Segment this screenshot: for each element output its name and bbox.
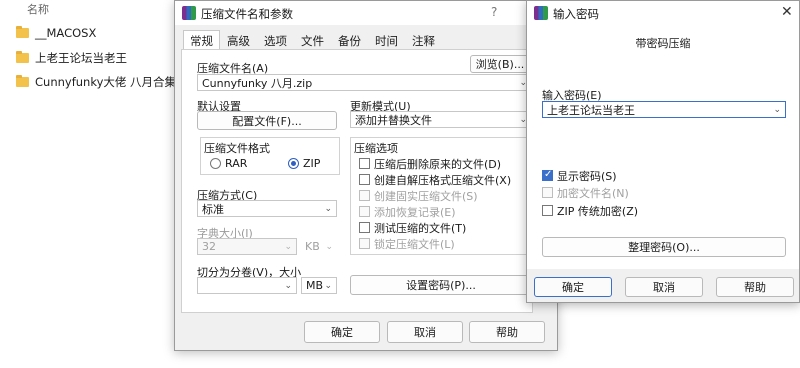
- option-recovery-record: 添加恢复记录(E): [359, 204, 456, 219]
- item-name: 上老王论坛当老王: [35, 51, 127, 65]
- browse-button[interactable]: 浏览(B)...: [470, 55, 530, 73]
- winrar-app-icon: [534, 6, 548, 20]
- organize-passwords-button[interactable]: 整理密码(O)...: [542, 237, 786, 257]
- dict-size-select: 32 ⌄: [197, 238, 297, 255]
- tab-files[interactable]: 文件: [294, 30, 331, 49]
- folder-icon: [16, 51, 29, 63]
- tab-time[interactable]: 时间: [368, 30, 405, 49]
- tab-advanced[interactable]: 高级: [220, 30, 257, 49]
- cancel-button[interactable]: 取消: [387, 321, 463, 343]
- checkbox-icon: [359, 222, 370, 233]
- option-solid: 创建固实压缩文件(S): [359, 188, 478, 203]
- list-item[interactable]: __MACOSX: [16, 22, 96, 44]
- split-size-combobox[interactable]: ⌄: [197, 277, 297, 294]
- password-help-button[interactable]: 帮助: [716, 277, 794, 297]
- option-delete-after[interactable]: 压缩后删除原来的文件(D): [359, 156, 501, 171]
- help-icon[interactable]: ?: [491, 5, 497, 19]
- show-password-checkbox[interactable]: 显示密码(S): [542, 168, 617, 183]
- password-value: 上老王论坛当老王: [547, 103, 635, 117]
- archive-name-value: Cunnyfunky 八月.zip: [202, 76, 313, 90]
- method-select[interactable]: 标准 ⌄: [197, 200, 337, 217]
- option-test[interactable]: 测试压缩的文件(T): [359, 220, 466, 235]
- password-body: 带密码压缩 输入密码(E) 上老王论坛当老王 ⌄ 显示密码(S) 加密文件名(N…: [527, 25, 799, 269]
- dict-size-value: 32: [202, 240, 216, 253]
- general-panel: 压缩文件名(A) 浏览(B)... Cunnyfunky 八月.zip ⌄ 默认…: [181, 49, 533, 313]
- archive-name-combobox[interactable]: Cunnyfunky 八月.zip ⌄: [197, 74, 532, 91]
- update-mode-value: 添加并替换文件: [355, 113, 432, 127]
- item-name: __MACOSX: [35, 26, 97, 40]
- dict-unit-select: KB ⌄: [305, 240, 333, 253]
- option-sfx[interactable]: 创建自解压格式压缩文件(X): [359, 172, 511, 187]
- password-titlebar[interactable]: 输入密码 ✕: [527, 1, 799, 25]
- option-lock: 锁定压缩文件(L): [359, 236, 455, 251]
- encrypt-names-checkbox: 加密文件名(N): [542, 185, 629, 200]
- zip-legacy-checkbox[interactable]: ZIP 传统加密(Z): [542, 203, 638, 218]
- checkbox-checked-icon: [542, 169, 553, 181]
- update-mode-select[interactable]: 添加并替换文件 ⌄: [350, 111, 532, 128]
- ok-button[interactable]: 确定: [304, 321, 380, 343]
- password-ok-button[interactable]: 确定: [534, 277, 612, 297]
- item-name: Cunnyfunky大佬 八月合集: [35, 75, 177, 89]
- format-label: 压缩文件格式: [204, 142, 270, 155]
- checkbox-icon: [542, 205, 553, 216]
- method-value: 标准: [202, 202, 224, 216]
- radio-icon: [210, 158, 221, 169]
- tab-backup[interactable]: 备份: [331, 30, 368, 49]
- checkbox-icon: [542, 187, 553, 198]
- tab-comment[interactable]: 注释: [405, 30, 442, 49]
- split-unit-select[interactable]: MB ⌄: [301, 277, 337, 294]
- dialog-title: 压缩文件名和参数: [201, 7, 293, 21]
- checkbox-icon: [359, 206, 370, 217]
- list-item[interactable]: Cunnyfunky大佬 八月合集: [16, 71, 176, 93]
- checkbox-icon: [359, 190, 370, 201]
- password-subtitle: 带密码压缩: [635, 37, 691, 50]
- archive-dialog: 压缩文件名和参数 ? 常规 高级 选项 文件 备份 时间 注释 压缩文件名(A)…: [174, 0, 558, 351]
- chevron-down-icon[interactable]: ⌄: [284, 281, 292, 291]
- winrar-app-icon: [182, 6, 196, 20]
- checkbox-icon: [359, 158, 370, 169]
- tab-general[interactable]: 常规: [183, 30, 220, 49]
- close-icon[interactable]: ✕: [781, 4, 793, 20]
- chevron-down-icon: ⌄: [325, 241, 333, 252]
- chevron-down-icon[interactable]: ⌄: [324, 281, 332, 291]
- password-input[interactable]: 上老王论坛当老王 ⌄: [542, 101, 786, 118]
- tab-options[interactable]: 选项: [257, 30, 294, 49]
- chevron-down-icon[interactable]: ⌄: [324, 204, 332, 214]
- options-label: 压缩选项: [354, 142, 398, 155]
- dialog-titlebar[interactable]: 压缩文件名和参数 ?: [175, 1, 557, 25]
- profiles-button[interactable]: 配置文件(F)...: [197, 111, 337, 130]
- folder-icon: [16, 75, 29, 87]
- folder-icon: [16, 26, 29, 38]
- set-password-button[interactable]: 设置密码(P)...: [350, 275, 532, 295]
- checkbox-icon: [359, 238, 370, 249]
- format-rar-radio[interactable]: RAR: [210, 156, 247, 171]
- help-button[interactable]: 帮助: [469, 321, 545, 343]
- tab-bar: 常规 高级 选项 文件 备份 时间 注释: [183, 30, 442, 50]
- checkbox-icon: [359, 174, 370, 185]
- column-header-name[interactable]: 名称: [27, 1, 49, 17]
- chevron-down-icon: ⌄: [284, 241, 292, 252]
- list-item[interactable]: 上老王论坛当老王: [16, 47, 127, 69]
- chevron-down-icon[interactable]: ⌄: [773, 105, 781, 115]
- radio-selected-icon: [288, 158, 299, 169]
- format-zip-radio[interactable]: ZIP: [288, 156, 320, 171]
- password-cancel-button[interactable]: 取消: [625, 277, 703, 297]
- password-dialog-title: 输入密码: [553, 7, 599, 21]
- password-dialog: 输入密码 ✕ 带密码压缩 输入密码(E) 上老王论坛当老王 ⌄ 显示密码(S) …: [526, 0, 800, 303]
